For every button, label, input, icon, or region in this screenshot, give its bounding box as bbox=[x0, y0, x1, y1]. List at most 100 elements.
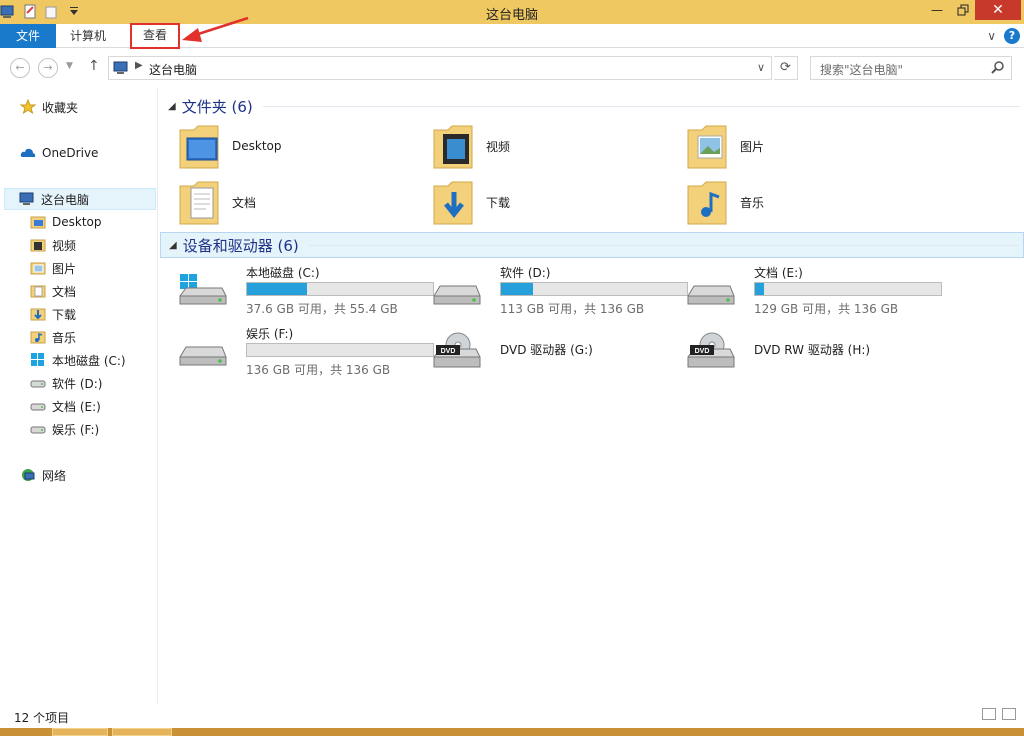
documents-folder-icon bbox=[30, 283, 46, 299]
sidebar-item-label: 本地磁盘 (C:) bbox=[52, 353, 126, 368]
sidebar-item-drive-d[interactable]: 软件 (D:) bbox=[30, 372, 102, 394]
folder-downloads[interactable]: 下载 bbox=[432, 176, 672, 228]
folder-pictures[interactable]: 图片 bbox=[686, 120, 926, 172]
content-pane: ◢ 文件夹 (6) Desktop 视频 图片 文档 下载 音乐 ◢ 设备和驱动… bbox=[160, 88, 1024, 704]
drive-h[interactable]: DVD DVD RW 驱动器 (H:) bbox=[684, 323, 938, 379]
devices-group-header[interactable]: ◢ 设备和驱动器 (6) bbox=[160, 232, 1024, 258]
tab-computer[interactable]: 计算机 bbox=[60, 24, 116, 48]
drive-d[interactable]: 软件 (D:) 113 GB 可用，共 136 GB bbox=[430, 262, 688, 318]
folder-label: 音乐 bbox=[740, 195, 765, 210]
restore-button[interactable] bbox=[951, 0, 975, 20]
sidebar-item-network[interactable]: 网络 bbox=[20, 464, 66, 486]
sidebar-item-drive-f[interactable]: 娱乐 (F:) bbox=[30, 418, 99, 440]
drive-g[interactable]: DVD DVD 驱动器 (G:) bbox=[430, 323, 684, 379]
sidebar-item-label: 音乐 bbox=[52, 330, 77, 345]
large-icons-view-icon[interactable] bbox=[1002, 708, 1016, 720]
sidebar-item-this-pc[interactable]: 这台电脑 bbox=[4, 188, 156, 210]
drive-free-space: 37.6 GB 可用，共 55.4 GB bbox=[246, 302, 398, 316]
forward-button[interactable]: → bbox=[38, 58, 58, 78]
collapse-icon[interactable]: ◢ bbox=[169, 240, 177, 251]
sidebar-item-favorites[interactable]: 收藏夹 bbox=[19, 96, 78, 118]
sidebar-item-onedrive[interactable]: OneDrive bbox=[20, 142, 98, 164]
refresh-button[interactable]: ⟳ bbox=[774, 56, 798, 80]
breadcrumb[interactable]: 这台电脑 bbox=[149, 61, 197, 78]
address-history-icon[interactable]: ∨ bbox=[757, 61, 765, 74]
drive-icon bbox=[433, 285, 481, 305]
address-bar[interactable]: ▶ 这台电脑 ∨ bbox=[108, 56, 772, 80]
sidebar-item-label: 下载 bbox=[52, 307, 77, 322]
drive-icon bbox=[30, 375, 46, 391]
folder-videos[interactable]: 视频 bbox=[432, 120, 672, 172]
drive-icon bbox=[687, 285, 735, 305]
drive-free-space: 113 GB 可用，共 136 GB bbox=[500, 302, 645, 316]
drive-e[interactable]: 文档 (E:) 129 GB 可用，共 136 GB bbox=[684, 262, 942, 318]
expand-ribbon-icon[interactable]: ∨ bbox=[987, 29, 996, 43]
sidebar-item-label: 软件 (D:) bbox=[52, 376, 103, 391]
drive-c[interactable]: 本地磁盘 (C:) 37.6 GB 可用，共 55.4 GB bbox=[176, 262, 434, 318]
close-button[interactable]: ✕ bbox=[975, 0, 1021, 20]
drive-label: 软件 (D:) bbox=[500, 266, 551, 280]
sidebar-item-label: 图片 bbox=[52, 261, 77, 276]
collapse-icon[interactable]: ◢ bbox=[168, 101, 176, 112]
sidebar-item-label: 网络 bbox=[42, 468, 67, 483]
sidebar-item-label: OneDrive bbox=[42, 146, 99, 160]
drive-f[interactable]: 娱乐 (F:) 136 GB 可用，共 136 GB bbox=[176, 323, 434, 379]
minimize-button[interactable]: — bbox=[925, 0, 949, 20]
up-button[interactable]: ↑ bbox=[88, 58, 100, 74]
dvd-rw-drive-icon: DVD bbox=[687, 332, 735, 368]
recent-locations-icon[interactable]: ▼ bbox=[66, 61, 73, 71]
sidebar-item-drive-c[interactable]: 本地磁盘 (C:) bbox=[30, 349, 126, 371]
computer-icon bbox=[113, 61, 129, 78]
drive-icon bbox=[30, 398, 46, 414]
folder-music[interactable]: 音乐 bbox=[686, 176, 926, 228]
sidebar-item-pictures[interactable]: 图片 bbox=[30, 257, 76, 279]
sidebar-item-drive-e[interactable]: 文档 (E:) bbox=[30, 395, 101, 417]
taskbar-button-explorer[interactable] bbox=[112, 728, 172, 736]
folder-label: 图片 bbox=[740, 139, 765, 154]
taskbar bbox=[0, 728, 1024, 736]
search-input[interactable]: 搜索"这台电脑" bbox=[810, 56, 1012, 80]
status-bar: 12 个项目 bbox=[0, 704, 1024, 728]
video-folder-icon bbox=[433, 125, 473, 169]
divider bbox=[308, 244, 1019, 246]
title-bar: 这台电脑 — ✕ bbox=[0, 0, 1024, 24]
tab-file[interactable]: 文件 bbox=[0, 24, 56, 48]
downloads-folder-icon bbox=[30, 306, 46, 322]
video-folder-icon bbox=[30, 237, 46, 253]
help-icon[interactable]: ? bbox=[1004, 28, 1020, 44]
folder-label: 下载 bbox=[486, 195, 511, 210]
sidebar-item-label: 娱乐 (F:) bbox=[52, 422, 100, 437]
sidebar-item-downloads[interactable]: 下载 bbox=[30, 303, 76, 325]
windows-drive-icon bbox=[30, 352, 46, 368]
back-button[interactable]: ← bbox=[10, 58, 30, 78]
drive-usage-fill bbox=[501, 283, 533, 295]
drive-usage-bar bbox=[246, 282, 434, 296]
sidebar-item-documents[interactable]: 文档 bbox=[30, 280, 76, 302]
details-view-icon[interactable] bbox=[982, 708, 996, 720]
drive-label: 本地磁盘 (C:) bbox=[246, 266, 320, 280]
drive-label: 娱乐 (F:) bbox=[246, 327, 294, 341]
pictures-folder-icon bbox=[687, 125, 727, 169]
item-count: 12 个项目 bbox=[14, 711, 70, 725]
search-icon[interactable] bbox=[991, 60, 1005, 74]
drive-usage-fill bbox=[247, 283, 307, 295]
drive-usage-bar bbox=[246, 343, 434, 357]
desktop-folder-icon bbox=[179, 125, 219, 169]
folders-group-header[interactable]: ◢ 文件夹 (6) bbox=[160, 93, 1024, 119]
breadcrumb-separator-icon[interactable]: ▶ bbox=[135, 60, 143, 71]
sidebar-item-videos[interactable]: 视频 bbox=[30, 234, 76, 256]
ribbon-tabs: 文件 计算机 查看 ∨ ? bbox=[0, 23, 1024, 49]
folder-documents[interactable]: 文档 bbox=[178, 176, 418, 228]
tab-view[interactable]: 查看 bbox=[130, 23, 180, 49]
folder-desktop[interactable]: Desktop bbox=[178, 120, 418, 172]
drive-usage-bar bbox=[754, 282, 942, 296]
annotation-arrow-icon bbox=[182, 16, 249, 42]
sidebar-item-label: Desktop bbox=[52, 215, 102, 229]
drive-usage-bar bbox=[500, 282, 688, 296]
star-icon bbox=[19, 98, 37, 115]
taskbar-button-ie[interactable] bbox=[52, 728, 108, 736]
drive-label: DVD RW 驱动器 (H:) bbox=[754, 343, 871, 357]
sidebar-item-music[interactable]: 音乐 bbox=[30, 326, 76, 348]
drive-icon bbox=[30, 421, 46, 437]
sidebar-item-desktop[interactable]: Desktop bbox=[30, 211, 102, 233]
